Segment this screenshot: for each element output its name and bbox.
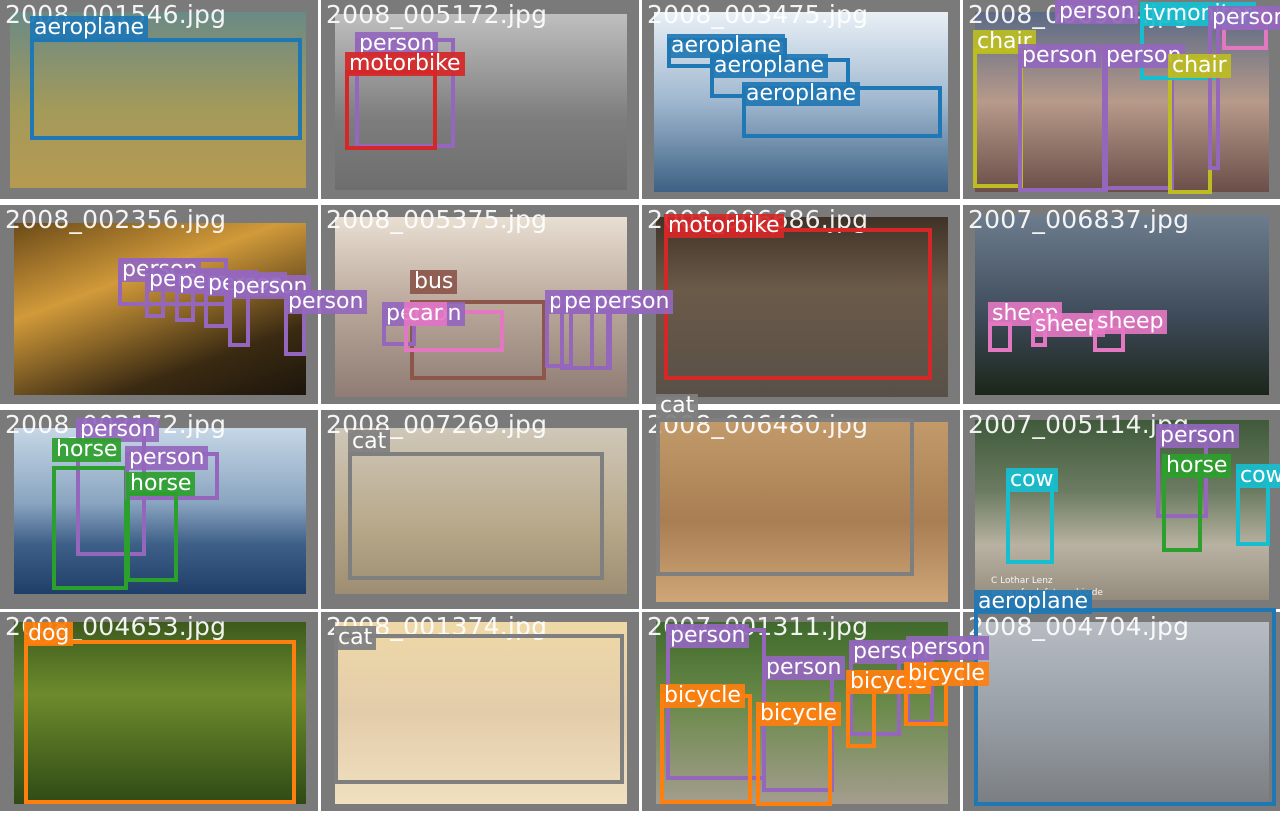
bounding-box-horse — [126, 492, 178, 582]
detection-label: person — [762, 656, 846, 680]
detection-label: aeroplane — [30, 16, 149, 40]
bounding-box-aeroplane — [30, 38, 302, 140]
detection-label: sheep — [1093, 310, 1168, 334]
filename-label: 2008_002356.jpg — [5, 205, 227, 234]
bounding-box-person — [1208, 10, 1220, 170]
bounding-box-chair — [973, 48, 1023, 188]
detection-label: horse — [1162, 454, 1232, 478]
bounding-box-motorbike — [664, 228, 932, 380]
detection-label: cat — [334, 626, 377, 650]
detection-label: cow — [1236, 464, 1280, 488]
detection-label: aeroplane — [742, 82, 861, 106]
detection-label: horse — [52, 438, 122, 462]
bounding-box-bicycle — [660, 694, 752, 804]
bounding-box-sheep — [988, 322, 1012, 352]
bounding-box-cat — [334, 634, 624, 784]
detection-label: bicycle — [660, 684, 745, 708]
detection-label: bicycle — [904, 662, 989, 686]
detection-label: chair — [1168, 54, 1231, 78]
detection-label: motorbike — [664, 214, 784, 238]
bounding-box-bicycle — [756, 712, 832, 806]
detection-label: person — [284, 290, 368, 314]
detection-label: person — [906, 636, 990, 660]
detection-label: person — [1208, 6, 1280, 30]
detection-label: person — [666, 624, 750, 648]
detection-label: aeroplane — [710, 54, 829, 78]
detection-label: person — [1018, 44, 1102, 68]
detection-label: horse — [126, 472, 196, 496]
bounding-box-cat — [656, 418, 914, 576]
bounding-box-horse — [52, 466, 128, 590]
detection-label: car — [404, 302, 447, 326]
detection-label: dog — [24, 622, 74, 646]
bounding-box-aeroplane — [974, 608, 1276, 806]
detection-mosaic: 2008_001546.jpg aeroplane 2008_005172.jpg p… — [0, 0, 1280, 814]
filename-label: 2008_005375.jpg — [326, 205, 548, 234]
bounding-box-dog — [24, 640, 296, 804]
detection-label: person — [125, 446, 209, 470]
detection-label: person — [1055, 0, 1139, 24]
detection-label: person — [1156, 424, 1240, 448]
detection-label: cat — [348, 430, 391, 454]
bounding-box-person — [1018, 48, 1108, 192]
detection-label: person — [590, 290, 674, 314]
filename-label: 2008_005172.jpg — [326, 0, 548, 29]
filename-label: 2008_003475.jpg — [647, 0, 869, 29]
detection-label: cow — [1006, 468, 1058, 492]
filename-label: 2007_006837.jpg — [968, 205, 1190, 234]
bounding-box-motorbike — [345, 70, 437, 150]
detection-label: bus — [410, 270, 458, 294]
detection-label: bicycle — [756, 702, 841, 726]
detection-label: cat — [656, 394, 699, 418]
bounding-box-cat — [348, 452, 604, 580]
detection-label: aeroplane — [974, 590, 1093, 614]
detection-label: motorbike — [345, 52, 465, 76]
watermark-text: C Lothar Lenz — [991, 576, 1053, 586]
